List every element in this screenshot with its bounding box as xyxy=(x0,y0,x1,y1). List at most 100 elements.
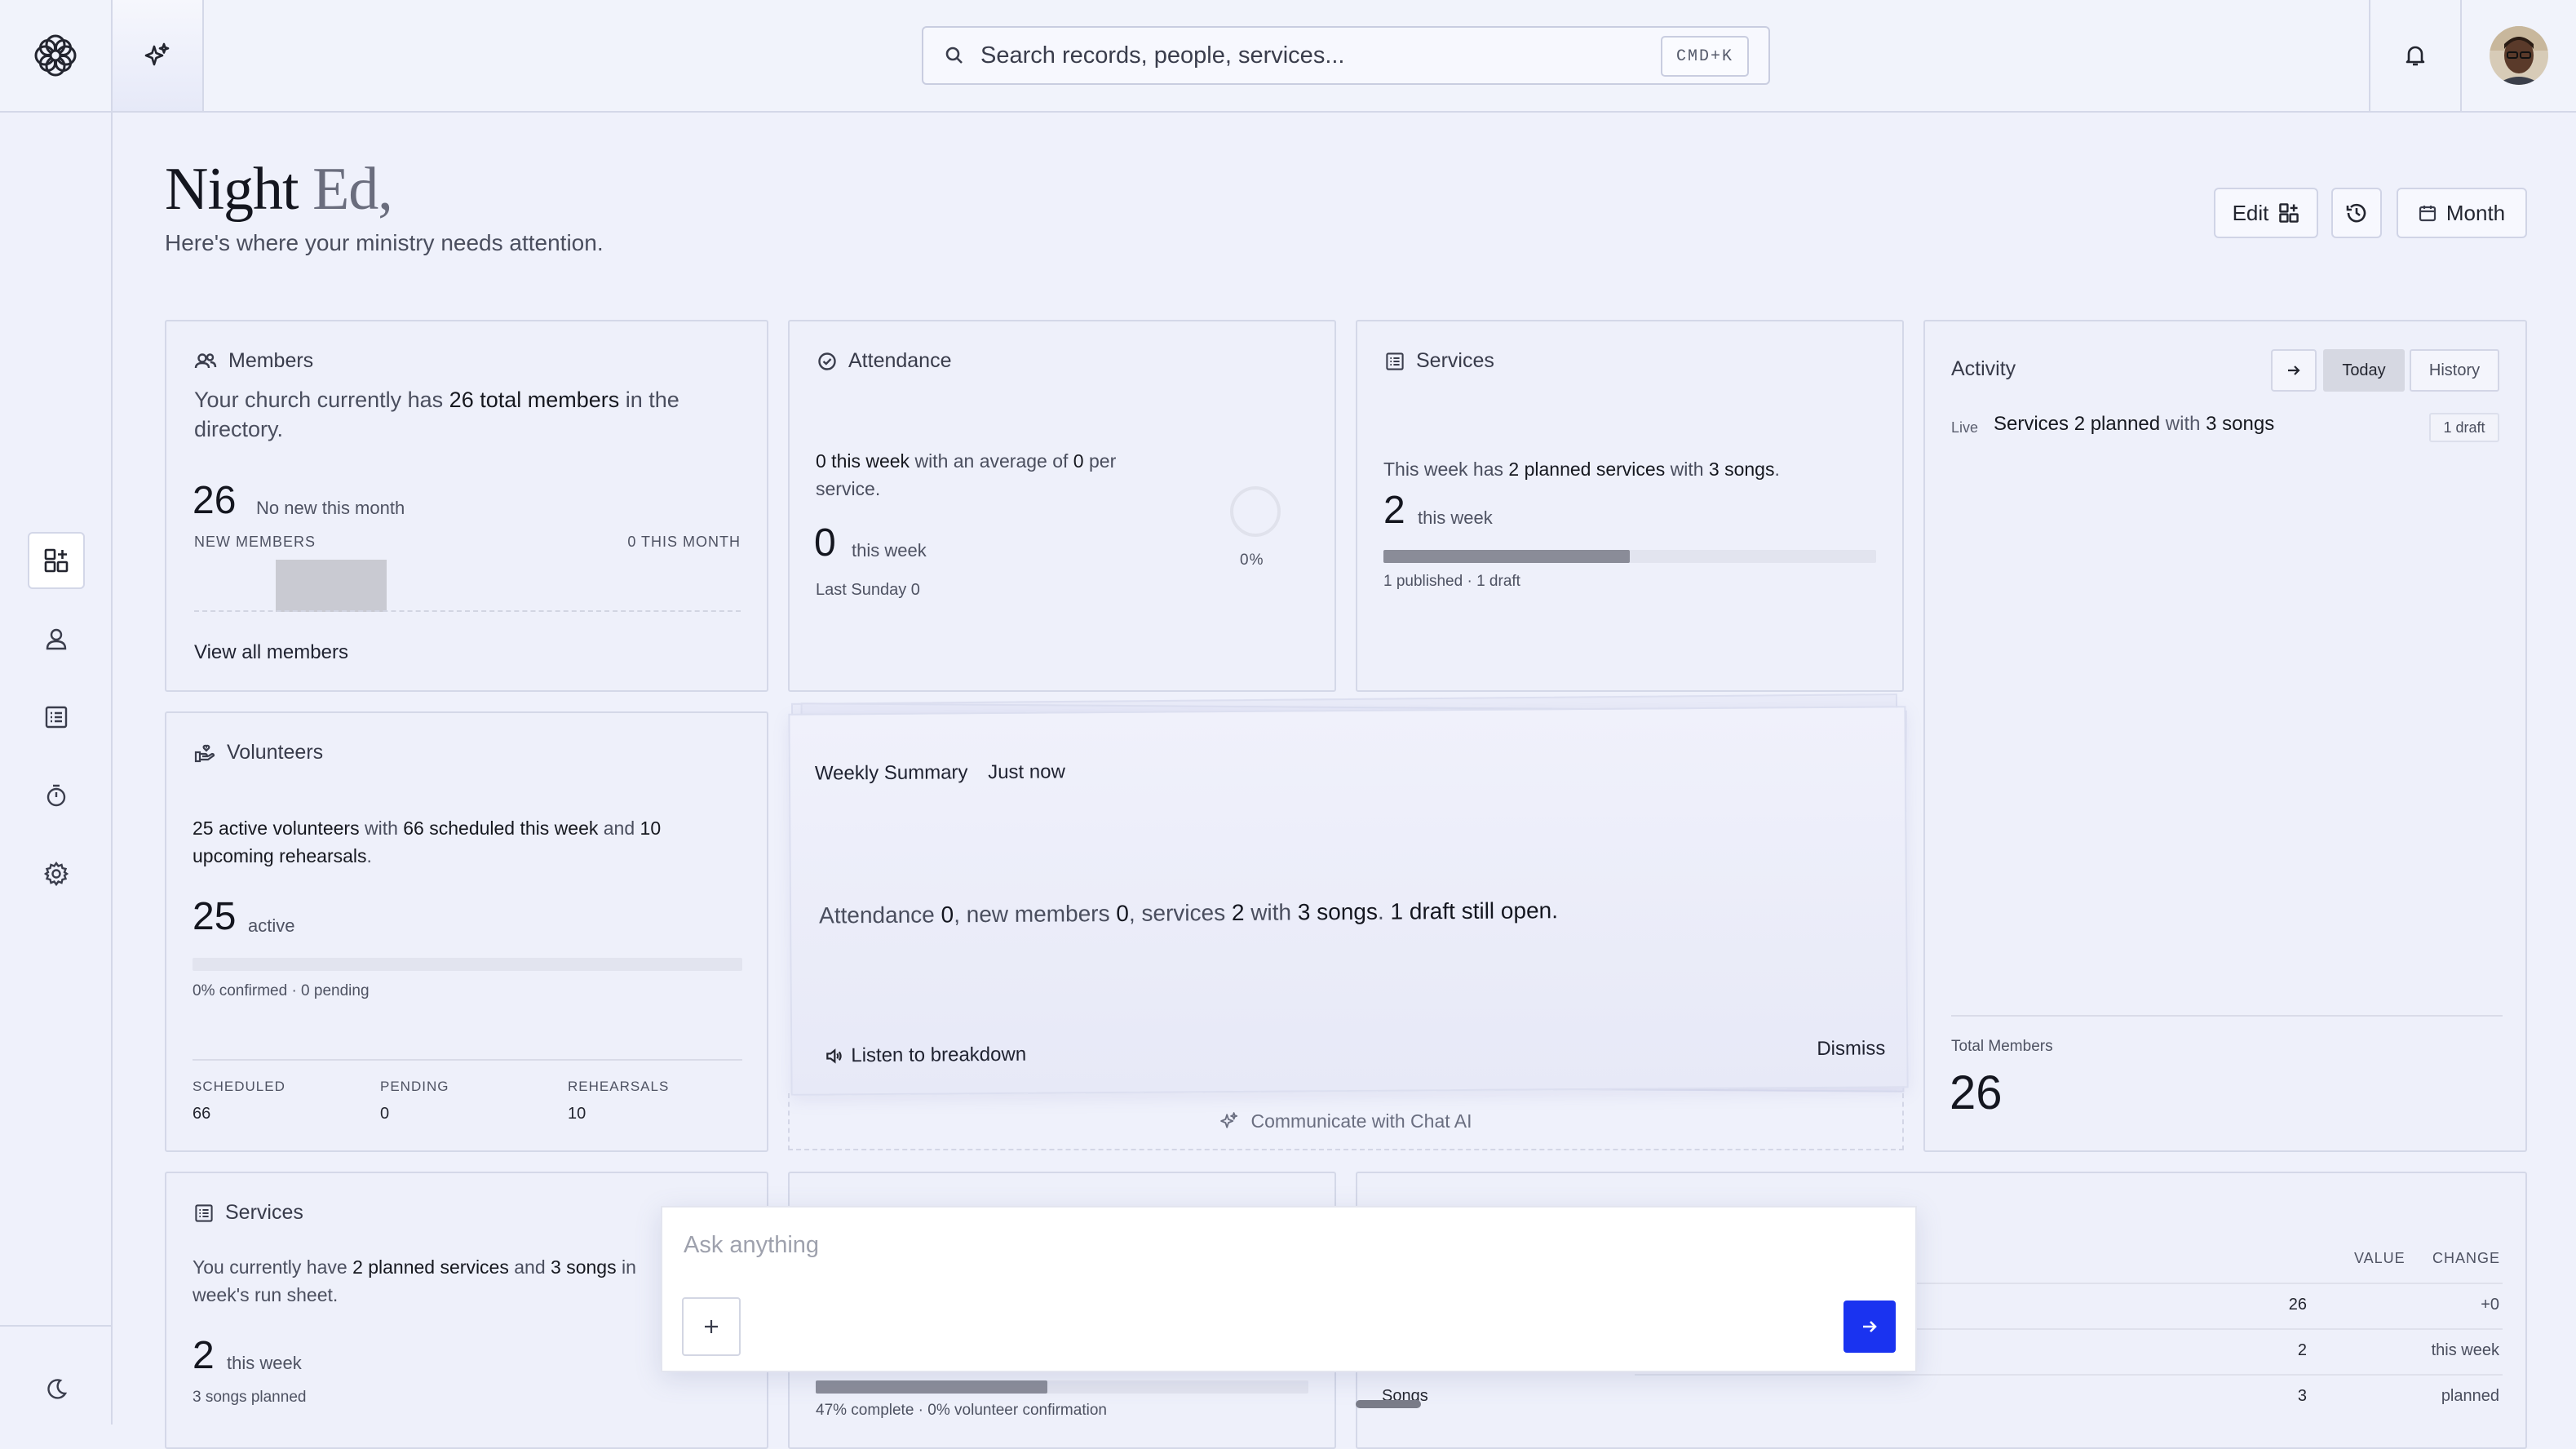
desc-highlight: 66 scheduled this week xyxy=(403,818,599,839)
attendance-last-sunday: Last Sunday 0 xyxy=(816,581,920,599)
services-description: This week has 2 planned services with 3 … xyxy=(1383,455,1889,483)
ask-input[interactable] xyxy=(682,1222,1824,1268)
desc-highlight: 26 total members xyxy=(449,388,620,412)
table-row-value: 3 xyxy=(2297,1387,2307,1405)
horizontal-scroll-handle[interactable] xyxy=(1356,1400,1421,1408)
chat-ai-link[interactable]: Communicate with Chat AI xyxy=(788,1093,1904,1150)
tab-today[interactable]: Today xyxy=(2323,349,2405,392)
send-button[interactable] xyxy=(1843,1301,1896,1353)
sidebar-item-people[interactable] xyxy=(28,610,85,667)
dashboard-icon xyxy=(2278,202,2299,224)
check-circle-icon xyxy=(817,352,837,371)
members-card-title: Members xyxy=(228,349,314,372)
listen-label: Listen to breakdown xyxy=(851,1043,1027,1067)
list-icon xyxy=(194,1203,214,1223)
ask-panel xyxy=(661,1206,1917,1372)
attendance-card-title: Attendance xyxy=(848,349,952,372)
volunteers-meta: 0% confirmed · 0 pending xyxy=(193,982,370,999)
sidebar-item-timer[interactable] xyxy=(28,767,85,824)
new-members-month-label: 0 THIS MONTH xyxy=(627,534,741,550)
ai-assistant-button[interactable] xyxy=(113,0,204,111)
theme-toggle-button[interactable] xyxy=(28,1361,85,1418)
activity-open-button[interactable] xyxy=(2271,349,2317,392)
volunteers-card-title: Volunteers xyxy=(227,741,324,764)
summary-highlight: 0 xyxy=(941,902,954,928)
month-range-button[interactable]: Month xyxy=(2397,188,2527,238)
list-icon xyxy=(44,705,69,729)
volunteers-divider xyxy=(193,1059,742,1061)
volunteers-description: 25 active volunteers with 66 scheduled t… xyxy=(193,814,747,870)
tab-history[interactable]: History xyxy=(2410,349,2499,392)
stat-value-rehearsals: 10 xyxy=(568,1105,586,1123)
summary-highlight: 2 xyxy=(1231,899,1245,925)
activity-title: Activity xyxy=(1951,357,2016,380)
members-card: Members Your church currently has 26 tot… xyxy=(165,320,768,692)
desc-text: and xyxy=(508,1256,551,1278)
arrow-right-icon xyxy=(2286,362,2302,379)
services-run-sheet-count: 2 xyxy=(193,1334,215,1377)
services-card-title: Services xyxy=(1416,349,1494,372)
col-header-value: VALUE xyxy=(2354,1250,2406,1266)
activity-item[interactable]: Services 2 planned with 3 songs xyxy=(1994,413,2274,436)
services-card-header: Services xyxy=(1385,349,1494,373)
activity-text: with xyxy=(2160,413,2206,435)
attendance-percent: 0% xyxy=(1240,552,1264,569)
desc-text: in xyxy=(616,1256,636,1278)
avatar[interactable] xyxy=(2490,26,2548,85)
volunteers-unit: active xyxy=(248,915,295,936)
summary-text: . xyxy=(1377,898,1391,924)
listen-button[interactable]: Listen to breakdown xyxy=(825,1044,1026,1068)
logo-button[interactable] xyxy=(0,0,113,111)
table-row-value: 2 xyxy=(2297,1341,2307,1359)
dismiss-button[interactable]: Dismiss xyxy=(1817,1037,1885,1061)
services-progress-track xyxy=(1383,550,1876,563)
summary-highlight: 1 draft still open. xyxy=(1390,897,1559,924)
dashboard-icon xyxy=(43,547,69,574)
search-shortcut-badge: CMD+K xyxy=(1661,36,1749,77)
edit-layout-button[interactable]: Edit xyxy=(2214,188,2318,238)
services-meta: 1 published · 1 draft xyxy=(1383,573,1520,590)
search-input[interactable] xyxy=(979,41,1623,70)
sidebar-divider xyxy=(0,1325,111,1327)
stat-label-rehearsals: REHEARSALS xyxy=(568,1079,670,1094)
sidebar-item-dashboard[interactable] xyxy=(28,532,85,589)
desc-text: week's run sheet. xyxy=(193,1284,339,1305)
view-all-members-link[interactable]: View all members xyxy=(194,641,348,664)
services-run-sheet-title: Services xyxy=(225,1201,303,1224)
attach-button[interactable] xyxy=(682,1297,741,1356)
notifications-button[interactable] xyxy=(2369,0,2462,111)
weekly-summary-header: Weekly Summary Just now xyxy=(815,760,1065,785)
chart-baseline xyxy=(194,610,741,612)
services-run-sheet-description: You currently have 2 planned services an… xyxy=(193,1253,731,1309)
greeting-word: Night xyxy=(165,156,299,223)
desc-highlight: 3 songs xyxy=(1708,459,1775,480)
total-members-value: 26 xyxy=(1950,1066,2003,1119)
chat-ai-label: Communicate with Chat AI xyxy=(1250,1110,1472,1132)
desc-highlight: 0 xyxy=(1073,450,1084,472)
stat-label-scheduled: SCHEDULED xyxy=(193,1079,285,1094)
col-header-change: CHANGE xyxy=(2432,1250,2501,1266)
speaker-icon xyxy=(825,1047,843,1065)
services-unit: this week xyxy=(1418,507,1493,528)
timer-icon xyxy=(44,783,69,808)
members-description: Your church currently has 26 total membe… xyxy=(194,385,733,444)
global-search[interactable]: CMD+K xyxy=(922,26,1770,85)
sidebar-item-settings[interactable] xyxy=(28,845,85,902)
attendance-description: 0 this week with an average of 0 per ser… xyxy=(816,447,1166,503)
attendance-count: 0 xyxy=(814,521,836,565)
volunteers-progress-track xyxy=(193,958,742,971)
sidebar-item-records[interactable] xyxy=(28,689,85,746)
summary-text: Attendance xyxy=(819,902,941,928)
sparkle-icon xyxy=(144,42,171,69)
greeting-name: Ed, xyxy=(312,156,393,223)
history-button[interactable] xyxy=(2331,188,2382,238)
table-row-change: planned xyxy=(2441,1387,2499,1405)
attendance-card-header: Attendance xyxy=(817,349,952,373)
sparkle-icon xyxy=(1219,1111,1239,1131)
sidebar xyxy=(0,113,113,1425)
attendance-ring xyxy=(1230,486,1281,537)
desc-text: . xyxy=(366,845,372,866)
edit-button-label: Edit xyxy=(2232,200,2269,225)
stat-value-scheduled: 66 xyxy=(193,1105,211,1123)
members-card-header: Members xyxy=(194,349,313,373)
